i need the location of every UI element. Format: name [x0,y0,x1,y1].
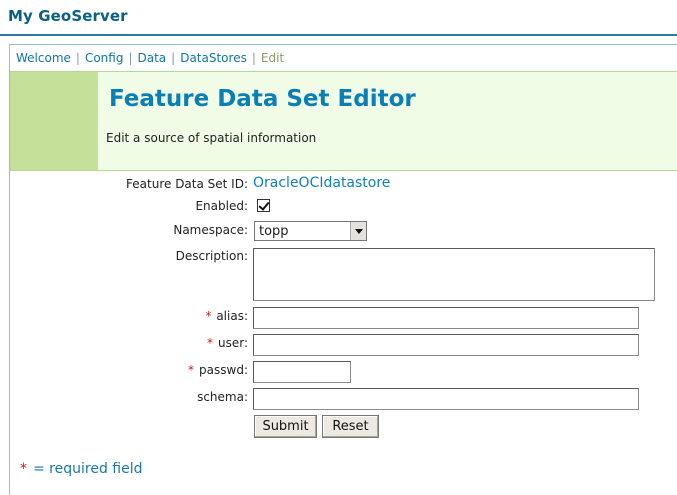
enabled-checkbox[interactable] [257,199,270,212]
alias-input[interactable] [253,307,639,329]
reset-button[interactable]: Reset [322,415,379,438]
banner-stripe [10,72,98,170]
description-label: Description: [175,249,248,263]
breadcrumb-data[interactable]: Data [138,51,167,65]
page-subtitle: Edit a source of spatial information [106,131,317,145]
page-title: Feature Data Set Editor [109,86,416,112]
user-input[interactable] [253,334,639,356]
datastore-id-value: OracleOCIdatastore [253,175,391,191]
required-marker: * [206,336,213,350]
alias-label: * alias: [205,309,248,323]
app-header: My GeoServer [0,0,677,36]
submit-button[interactable]: Submit [254,415,317,438]
required-marker: * [188,363,195,377]
breadcrumb-datastores[interactable]: DataStores [180,51,247,65]
description-textarea[interactable] [253,248,655,301]
enabled-label: Enabled: [195,199,248,213]
required-marker: * [205,309,212,323]
breadcrumb-separator: | [128,51,133,65]
breadcrumb: Welcome | Config | Data | DataStores | Edit [16,51,284,65]
breadcrumb-edit: Edit [260,51,285,65]
required-field-text: = required field [33,461,143,477]
id-label: Feature Data Set ID: [126,177,248,191]
breadcrumb-separator: | [75,51,80,65]
schema-input[interactable] [253,388,639,410]
passwd-input[interactable] [253,361,351,383]
namespace-selected-value: topp [259,224,289,239]
checkmark-icon [258,199,270,211]
user-label: * user: [206,336,248,350]
app-title: My GeoServer [8,7,128,25]
required-field-note: * = required field [20,461,143,477]
namespace-label: Namespace: [173,223,248,237]
passwd-label: * passwd: [188,363,248,377]
required-marker: * [20,461,27,477]
breadcrumb-separator: | [171,51,176,65]
namespace-select[interactable]: topp [254,221,367,241]
breadcrumb-separator: | [251,51,256,65]
breadcrumb-welcome[interactable]: Welcome [16,51,71,65]
breadcrumb-config[interactable]: Config [85,51,124,65]
chevron-down-icon[interactable] [350,222,366,240]
page-banner: Feature Data Set Editor Edit a source of… [10,71,677,171]
schema-label: schema: [197,390,248,404]
